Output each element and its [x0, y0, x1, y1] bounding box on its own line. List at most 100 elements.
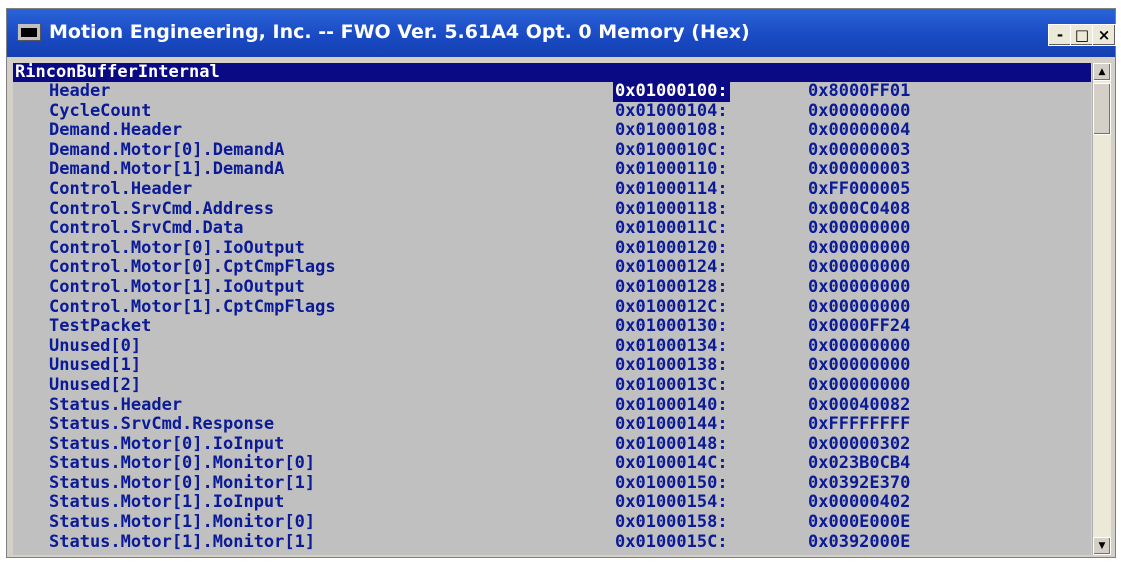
section-header: RinconBufferInternal — [15, 63, 220, 82]
memory-row[interactable]: Status.Motor[0].Monitor[0] 0x0100014C: 0x0… — [13, 454, 1091, 474]
memory-name: Unused[1] — [49, 355, 142, 376]
memory-name: Status.Motor[1].IoInput — [49, 492, 285, 513]
memory-name: Control.Motor[1].IoOutput — [49, 276, 305, 297]
memory-value: 0x00000000 — [808, 257, 911, 278]
memory-value: 0x00000000 — [808, 335, 911, 356]
memory-value: 0x0000FF24 — [808, 316, 911, 337]
memory-address: 0x0100011C: — [615, 218, 728, 239]
memory-row[interactable]: Control.SrvCmd.Data 0x0100011C: 0x00000000 — [13, 219, 1091, 239]
memory-address: 0x0100015C: — [615, 531, 728, 552]
memory-name: Demand.Header — [49, 120, 183, 141]
section-header-bar[interactable]: RinconBufferInternal — [13, 63, 1091, 82]
memory-row[interactable]: Status.Header 0x01000140: 0x00040082 — [13, 394, 1091, 416]
memory-value: 0x00000000 — [808, 374, 911, 395]
memory-row[interactable]: Control.Header 0x01000114: 0xFF000005 — [13, 178, 1091, 200]
memory-name: Control.Motor[0].CptCmpFlags — [49, 257, 336, 278]
minimize-button[interactable]: - — [1048, 24, 1072, 46]
memory-value: 0x00000000 — [808, 276, 911, 297]
memory-value: 0x8000FF01 — [808, 81, 911, 101]
memory-name: Control.Motor[1].CptCmpFlags — [49, 296, 336, 317]
memory-name: Control.SrvCmd.Address — [49, 198, 275, 219]
memory-row[interactable]: CycleCount 0x01000104: 0x00000000 — [13, 100, 1091, 122]
memory-address: 0x01000104: — [615, 100, 728, 121]
memory-name: Unused[0] — [49, 335, 142, 356]
memory-row[interactable]: Status.Motor[0].Monitor[1] 0x01000150: 0x0… — [13, 472, 1091, 494]
memory-value: 0x00000402 — [808, 492, 911, 513]
memory-address: 0x01000108: — [615, 120, 728, 141]
memory-name: Status.Motor[0].Monitor[0] — [49, 453, 316, 474]
memory-address: 0x0100010C: — [615, 139, 728, 160]
memory-address: 0x01000124: — [615, 257, 728, 278]
scroll-thumb[interactable] — [1093, 83, 1111, 135]
memory-address: 0x01000100: — [613, 81, 730, 102]
memory-row[interactable]: Control.Motor[0].IoOutput 0x01000120: 0x00… — [13, 237, 1091, 259]
scroll-up-arrow-icon[interactable]: ▲ — [1093, 63, 1111, 81]
memory-name: Control.Motor[0].IoOutput — [49, 237, 305, 258]
memory-value: 0xFFFFFFFF — [808, 414, 911, 435]
memory-row[interactable]: Control.Motor[1].IoOutput 0x01000128: 0x00… — [13, 276, 1091, 298]
memory-row[interactable]: Control.Motor[0].CptCmpFlags 0x01000124: 0… — [13, 258, 1091, 278]
memory-view[interactable]: RinconBufferInternal Header 0x01000100: 0x… — [13, 63, 1091, 555]
memory-row[interactable]: Status.SrvCmd.Response 0x01000144: 0xFFFFF… — [13, 414, 1091, 435]
memory-address: 0x01000120: — [615, 237, 728, 258]
memory-name: Status.Motor[1].Monitor[0] — [49, 512, 316, 533]
memory-name: CycleCount — [49, 100, 152, 121]
memory-address: 0x01000148: — [615, 433, 728, 454]
memory-row[interactable]: Unused[2] 0x0100013C: 0x00000000 — [13, 374, 1091, 396]
memory-address: 0x01000138: — [615, 355, 728, 376]
memory-address: 0x01000128: — [615, 276, 728, 297]
memory-row[interactable]: Unused[0] 0x01000134: 0x00000000 — [13, 335, 1091, 357]
window-title: Motion Engineering, Inc. -- FWO Ver. 5.6… — [49, 21, 750, 43]
memory-name: Control.SrvCmd.Data — [49, 218, 244, 239]
memory-rows: Header 0x01000100: 0x8000FF01 CycleCount 0x0… — [13, 81, 1091, 553]
memory-row[interactable]: Demand.Motor[0].DemandA 0x0100010C: 0x0000… — [13, 139, 1091, 161]
memory-address: 0x01000140: — [615, 394, 728, 415]
memory-address: 0x01000158: — [615, 512, 728, 533]
memory-name: Status.Motor[0].IoInput — [49, 433, 285, 454]
memory-row[interactable]: Status.Motor[1].Monitor[1] 0x0100015C: 0x0… — [13, 531, 1091, 553]
memory-value: 0x00000003 — [808, 159, 911, 180]
memory-name: Control.Header — [49, 178, 193, 199]
memory-name: Unused[2] — [49, 374, 142, 395]
memory-name: TestPacket — [49, 316, 152, 337]
memory-row[interactable]: Demand.Motor[1].DemandA 0x01000110: 0x0000… — [13, 160, 1091, 180]
memory-name: Demand.Motor[1].DemandA — [49, 159, 285, 180]
app-window: Motion Engineering, Inc. -- FWO Ver. 5.6… — [6, 8, 1116, 558]
memory-value: 0xFF000005 — [808, 178, 911, 199]
memory-row[interactable]: Status.Motor[0].IoInput 0x01000148: 0x0000… — [13, 433, 1091, 455]
vertical-scrollbar[interactable]: ▲ ▼ — [1092, 63, 1111, 555]
memory-row[interactable]: Status.Motor[1].IoInput 0x01000154: 0x0000… — [13, 493, 1091, 513]
memory-row[interactable]: Demand.Header 0x01000108: 0x00000004 — [13, 121, 1091, 141]
memory-value: 0x00000003 — [808, 139, 911, 160]
memory-name: Demand.Motor[0].DemandA — [49, 139, 285, 160]
console-app-icon[interactable] — [17, 23, 41, 41]
memory-name: Status.Header — [49, 394, 183, 415]
memory-address: 0x01000110: — [615, 159, 728, 180]
memory-name: Status.Motor[0].Monitor[1] — [49, 472, 316, 493]
memory-name: Header — [49, 81, 111, 101]
title-bar[interactable]: Motion Engineering, Inc. -- FWO Ver. 5.6… — [7, 9, 1116, 57]
memory-address: 0x01000134: — [615, 335, 728, 356]
memory-value: 0x00000000 — [808, 100, 911, 121]
memory-value: 0x0392000E — [808, 531, 911, 552]
memory-address: 0x01000144: — [615, 414, 728, 435]
memory-row[interactable]: Unused[1] 0x01000138: 0x00000000 — [13, 356, 1091, 376]
memory-row[interactable]: Control.Motor[1].CptCmpFlags 0x0100012C: 0… — [13, 296, 1091, 318]
memory-value: 0x00000000 — [808, 237, 911, 258]
memory-address: 0x0100013C: — [615, 374, 728, 395]
memory-value: 0x00000000 — [808, 218, 911, 239]
memory-value: 0x000E000E — [808, 512, 911, 533]
memory-row[interactable]: Control.SrvCmd.Address 0x01000118: 0x000C0… — [13, 198, 1091, 220]
memory-address: 0x0100014C: — [615, 453, 728, 474]
scroll-down-arrow-icon[interactable]: ▼ — [1093, 537, 1111, 555]
memory-value: 0x00000302 — [808, 433, 911, 454]
memory-address: 0x01000150: — [615, 472, 728, 493]
memory-value: 0x00000000 — [808, 296, 911, 317]
memory-row[interactable]: TestPacket 0x01000130: 0x0000FF24 — [13, 317, 1091, 337]
memory-value: 0x00040082 — [808, 394, 911, 415]
memory-value: 0x0392E370 — [808, 472, 911, 493]
memory-row[interactable]: Header 0x01000100: 0x8000FF01 — [13, 81, 1091, 102]
maximize-button[interactable]: □ — [1070, 24, 1094, 46]
close-button[interactable]: × — [1092, 24, 1116, 46]
memory-row[interactable]: Status.Motor[1].Monitor[0] 0x01000158: 0x0… — [13, 512, 1091, 533]
